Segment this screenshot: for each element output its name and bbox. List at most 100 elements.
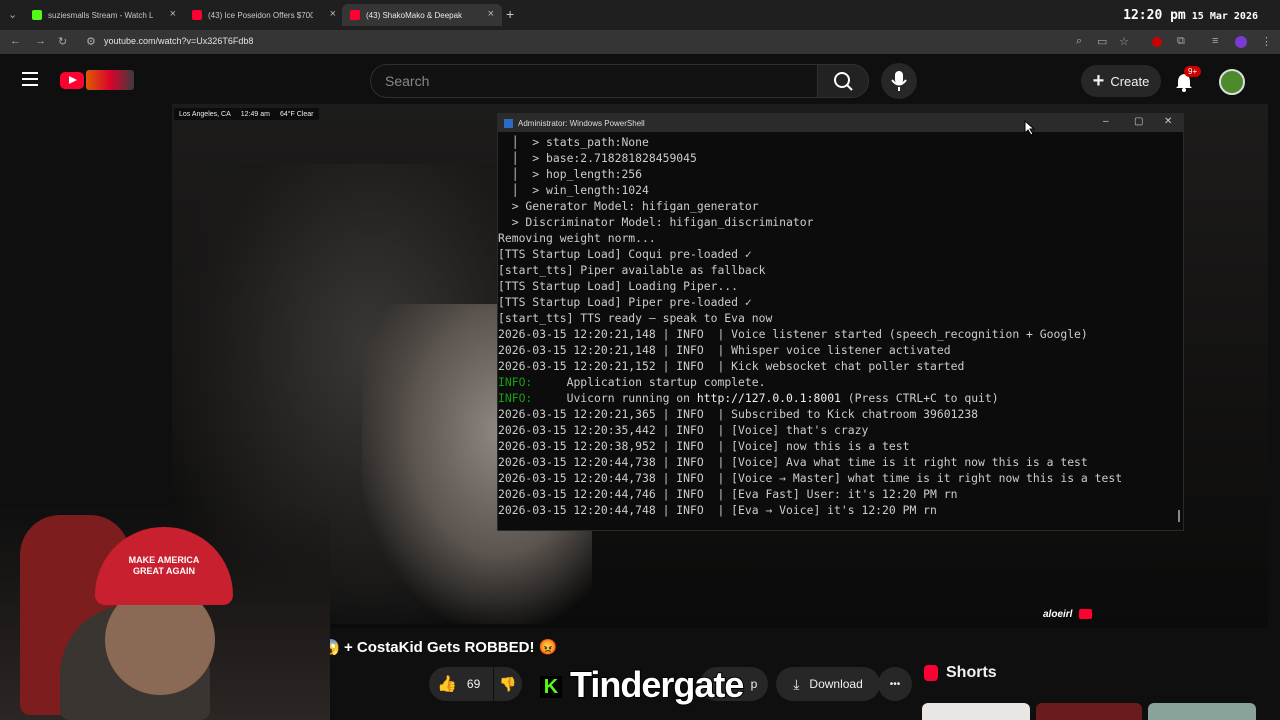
log-level-prefix: INFO: xyxy=(498,391,533,405)
like-button[interactable]: 👍 69 xyxy=(429,667,493,701)
console-line: 2026-03-15 12:20:44,738 | INFO | [Voice … xyxy=(498,470,1183,486)
cast-icon[interactable]: ▭ xyxy=(1097,35,1107,48)
console-text: 2026-03-15 12:20:21,148 | INFO | Whisper… xyxy=(498,343,951,357)
console-line: 2026-03-15 12:20:21,365 | INFO | Subscri… xyxy=(498,406,1183,422)
console-text: Removing weight norm... xyxy=(498,231,656,245)
tab-favicon-icon xyxy=(192,10,202,20)
youtube-logo-icon[interactable] xyxy=(60,72,84,89)
console-text-suffix: (Press CTRL+C to quit) xyxy=(840,391,999,405)
console-text: 2026-03-15 12:20:44,748 | INFO | [Eva → … xyxy=(498,503,937,517)
voice-search-button[interactable] xyxy=(881,63,917,99)
console-text: 2026-03-15 12:20:21,148 | INFO | Voice l… xyxy=(498,327,1088,341)
console-text: │ > stats_path:None xyxy=(498,135,649,149)
console-text: [TTS Startup Load] Coqui pre-loaded ✓ xyxy=(498,247,752,261)
youtube-doodle-logo[interactable] xyxy=(86,70,134,90)
console-text: [TTS Startup Load] Piper pre-loaded ✓ xyxy=(498,295,752,309)
plus-icon: + xyxy=(1092,69,1105,92)
short-thumbnail[interactable] xyxy=(1148,703,1256,720)
notifications-button[interactable]: 9+ xyxy=(1174,66,1202,97)
sidepanel-icon[interactable]: ≡ xyxy=(1212,35,1218,47)
search-input[interactable]: Search xyxy=(370,64,818,98)
streamer-webcam: MAKE AMERICA GREAT AGAIN xyxy=(0,505,330,720)
console-line: [TTS Startup Load] Coqui pre-loaded ✓ xyxy=(498,246,1183,262)
account-avatar[interactable] xyxy=(1219,69,1245,95)
maximize-button[interactable]: ▢ xyxy=(1134,116,1143,127)
site-info-icon[interactable]: ⚙ xyxy=(86,35,96,48)
close-button[interactable]: ✕ xyxy=(1164,116,1172,127)
console-line: │ > stats_path:None xyxy=(498,134,1183,150)
console-line: 2026-03-15 12:20:44,746 | INFO | [Eva Fa… xyxy=(498,486,1183,502)
clock-date: 15 Mar 2026 xyxy=(1191,11,1258,22)
mouse-cursor-icon xyxy=(1024,120,1036,136)
short-thumbnail[interactable] xyxy=(922,703,1030,720)
browser-tab-strip: ⌄ suziesmalls Stream - Watch Liv × (43) Ic… xyxy=(0,0,1280,30)
console-line: 2026-03-15 12:20:38,952 | INFO | [Voice]… xyxy=(498,438,1183,454)
notification-badge: 9+ xyxy=(1184,66,1202,77)
console-line: │ > base:2.718281828459045 xyxy=(498,150,1183,166)
weather-overlay: Los Angeles, CA 12:49 am 64°F Clear xyxy=(174,108,319,120)
search-button[interactable] xyxy=(817,64,869,98)
console-text: │ > win_length:1024 xyxy=(498,183,649,197)
channel-watermark-text: aloeirl xyxy=(1043,609,1073,620)
console-text: > Discriminator Model: hifigan_discrimin… xyxy=(498,215,814,229)
powershell-titlebar[interactable]: Administrator: Windows PowerShell – ▢ ✕ xyxy=(498,114,1183,132)
channel-watermark: aloeirl xyxy=(1043,609,1093,620)
profile-avatar[interactable] xyxy=(1235,36,1247,48)
tab-close-icon[interactable]: × xyxy=(170,8,176,20)
tab-close-icon[interactable]: × xyxy=(488,8,494,20)
console-line: 2026-03-15 12:20:44,738 | INFO | [Voice]… xyxy=(498,454,1183,470)
console-line: INFO: Uvicorn running on http://127.0.0.… xyxy=(498,390,1183,406)
download-button[interactable]: ⤓ Download xyxy=(776,667,880,701)
console-line: 2026-03-15 12:20:21,148 | INFO | Whisper… xyxy=(498,342,1183,358)
console-text: Uvicorn running on xyxy=(532,391,697,405)
powershell-icon xyxy=(504,118,513,128)
hamburger-menu-icon[interactable] xyxy=(22,72,38,74)
browser-menu-icon[interactable]: ⋮ xyxy=(1261,35,1272,48)
browser-tab[interactable]: suziesmalls Stream - Watch Liv × xyxy=(24,4,184,26)
console-text: > Generator Model: hifigan_generator xyxy=(498,199,759,213)
create-button[interactable]: + Create xyxy=(1081,65,1161,97)
bookmark-star-icon[interactable]: ☆ xyxy=(1119,35,1129,48)
more-actions-button[interactable]: ••• xyxy=(878,667,912,701)
console-line: │ > hop_length:256 xyxy=(498,166,1183,182)
console-text: 2026-03-15 12:20:21,365 | INFO | Subscri… xyxy=(498,407,979,421)
console-line: [start_tts] TTS ready — speak to Eva now xyxy=(498,310,1183,326)
browser-tab[interactable]: (43) ShakoMako & Deepak × xyxy=(342,4,502,26)
minimize-button[interactable]: – xyxy=(1103,116,1109,127)
thumbs-down-icon: 👎 xyxy=(499,675,517,692)
short-thumbnail[interactable] xyxy=(1036,703,1142,720)
search-icon xyxy=(834,72,853,91)
console-text: │ > base:2.718281828459045 xyxy=(498,151,697,165)
weather-time: 12:49 am xyxy=(240,110,270,118)
back-arrow-icon[interactable]: ← xyxy=(10,35,21,47)
console-text: 2026-03-15 12:20:35,442 | INFO | [Voice]… xyxy=(498,423,869,437)
console-text: [start_tts] Piper available as fallback xyxy=(498,263,766,277)
browser-tab[interactable]: (43) Ice Poseidon Offers $700K × xyxy=(184,4,344,26)
tab-favicon-icon xyxy=(350,10,360,20)
log-level-prefix: INFO: xyxy=(498,375,533,389)
powershell-title: Administrator: Windows PowerShell xyxy=(518,118,645,128)
forward-arrow-icon[interactable]: → xyxy=(35,35,46,47)
console-text: 2026-03-15 12:20:21,152 | INFO | Kick we… xyxy=(498,359,965,373)
extensions-puzzle-icon[interactable]: ⧉ xyxy=(1177,35,1185,48)
console-text: 2026-03-15 12:20:44,746 | INFO | [Eva Fa… xyxy=(498,487,958,501)
tab-title: (43) Ice Poseidon Offers $700K xyxy=(208,10,313,20)
dislike-button[interactable]: 👎 xyxy=(494,667,522,701)
powershell-output: │ > stats_path:None │ > base:2.718281828… xyxy=(498,132,1183,518)
new-tab-button[interactable]: + xyxy=(506,6,514,22)
reload-icon[interactable]: ↻ xyxy=(58,35,67,48)
console-line: > Generator Model: hifigan_generator xyxy=(498,198,1183,214)
powershell-window[interactable]: Administrator: Windows PowerShell – ▢ ✕ … xyxy=(497,113,1184,531)
extension-icon[interactable] xyxy=(1152,37,1162,47)
tab-favicon-icon xyxy=(32,10,42,20)
overlay-caption: Tindergate xyxy=(569,663,745,706)
url-field[interactable]: youtube.com/watch?v=Ux326T6Fdb8 xyxy=(104,36,253,46)
powershell-scrollbar[interactable] xyxy=(1178,510,1180,522)
tab-search-chevron-icon[interactable]: ⌄ xyxy=(8,8,17,21)
console-url-link[interactable]: http://127.0.0.1:8001 xyxy=(697,391,841,405)
shorts-header: Shorts xyxy=(924,664,997,682)
tab-close-icon[interactable]: × xyxy=(330,8,336,20)
youtube-small-icon xyxy=(1079,609,1093,620)
zoom-icon[interactable]: ⌕ xyxy=(1076,35,1082,48)
download-icon: ⤓ xyxy=(793,675,800,692)
